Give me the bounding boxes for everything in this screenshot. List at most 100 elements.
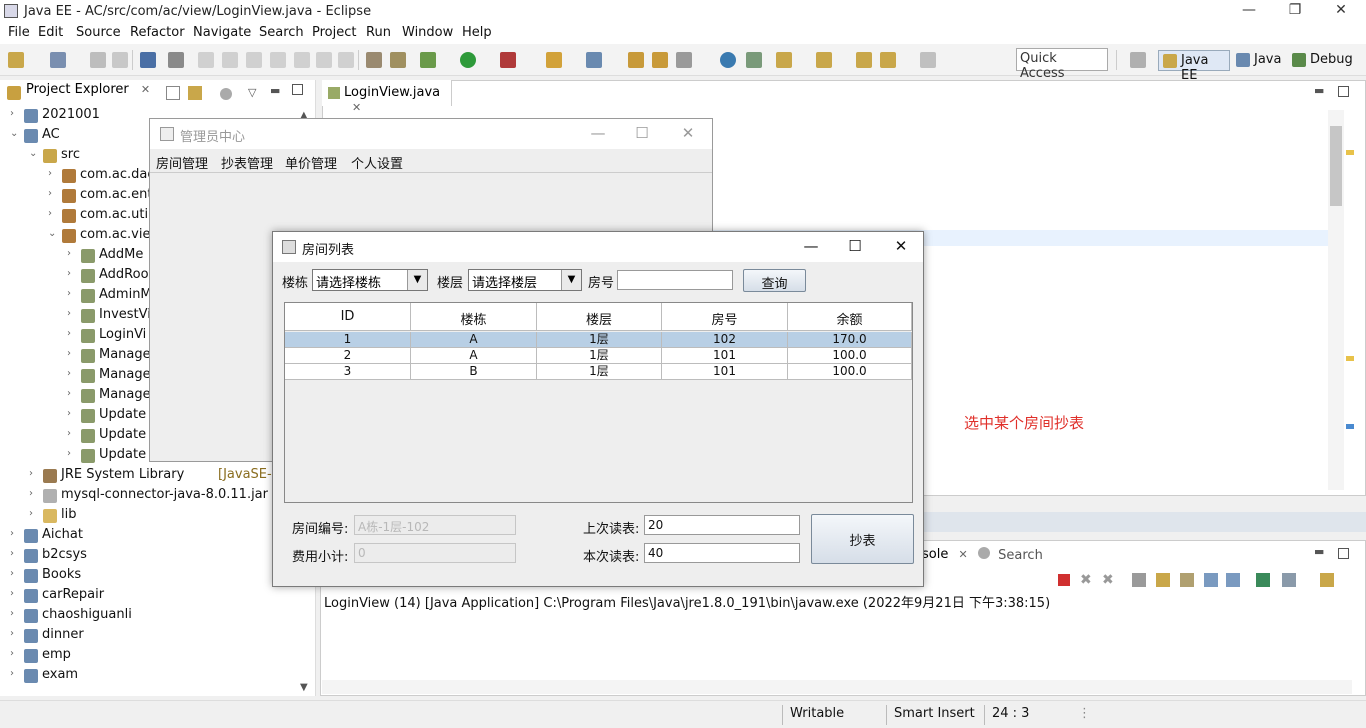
chevron-right-icon[interactable]: › [67, 268, 79, 279]
menu-room-management[interactable]: 房间管理 [156, 153, 208, 172]
column-header[interactable]: 余额 [788, 303, 912, 331]
chevron-right-icon[interactable]: › [10, 528, 22, 539]
chevron-right-icon[interactable]: › [48, 168, 60, 179]
toggle-mark-icon[interactable] [366, 52, 382, 68]
menu-personal-settings[interactable]: 个人设置 [351, 153, 403, 172]
chevron-right-icon[interactable]: › [10, 608, 22, 619]
menu-help[interactable]: Help [462, 25, 492, 40]
chevron-right-icon[interactable]: › [67, 328, 79, 339]
room-minimize-button[interactable]: — [791, 237, 831, 257]
chevron-right-icon[interactable]: › [67, 288, 79, 299]
chevron-right-icon[interactable]: › [10, 588, 22, 599]
tree-scroll-down-icon[interactable]: ▼ [300, 682, 308, 693]
current-reading-input[interactable]: 40 [644, 543, 800, 563]
chevron-right-icon[interactable]: › [29, 508, 41, 519]
last-edit-icon[interactable] [856, 52, 872, 68]
column-header[interactable]: 楼栋 [411, 303, 537, 331]
menu-file[interactable]: File [8, 25, 30, 40]
chevron-down-icon[interactable]: ⌄ [48, 228, 60, 239]
project-explorer-tab[interactable]: Project Explorer ✕ [4, 82, 150, 104]
menu-window[interactable]: Window [402, 25, 453, 40]
read-meter-button[interactable]: 抄表 [811, 514, 914, 564]
table-row[interactable]: 2 A 1层 101 100.0 [285, 348, 912, 364]
floor-select[interactable]: 请选择楼层 ▼ [468, 269, 582, 291]
menu-run[interactable]: Run [366, 25, 391, 40]
column-header[interactable]: 房号 [662, 303, 788, 331]
chevron-right-icon[interactable]: › [67, 368, 79, 379]
annotation-icon[interactable] [746, 52, 762, 68]
show-stderr-icon[interactable] [1226, 573, 1240, 587]
chevron-right-icon[interactable]: › [48, 208, 60, 219]
chevron-right-icon[interactable]: › [67, 348, 79, 359]
menu-unit-price[interactable]: 单价管理 [285, 153, 337, 172]
last-reading-input[interactable]: 20 [644, 515, 800, 535]
remove-all-icon[interactable]: ✖ [1102, 572, 1114, 588]
chevron-down-icon[interactable]: ⌄ [10, 128, 22, 139]
open-perspective-icon[interactable] [1130, 52, 1146, 68]
menu-edit[interactable]: Edit [38, 25, 63, 40]
admin-close-button[interactable]: ✕ [668, 124, 708, 144]
step-return-icon[interactable] [338, 52, 354, 68]
chevron-right-icon[interactable]: › [67, 308, 79, 319]
menu-project[interactable]: Project [312, 25, 356, 40]
perspective-debug[interactable]: Debug [1288, 50, 1354, 71]
chevron-right-icon[interactable]: › [10, 568, 22, 579]
editor-vertical-scrollbar[interactable] [1328, 110, 1344, 490]
maximize-view-icon[interactable] [292, 84, 303, 95]
restore-button[interactable]: ❐ [1272, 2, 1318, 22]
collapse-all-icon[interactable] [166, 86, 180, 100]
chevron-right-icon[interactable]: › [67, 448, 79, 459]
overview-marker[interactable] [1346, 356, 1354, 361]
step-over-icon[interactable] [316, 52, 332, 68]
suspend-icon[interactable] [222, 52, 238, 68]
new-package-icon[interactable] [50, 52, 66, 68]
view-menu-icon[interactable]: ▽ [248, 86, 256, 99]
overview-marker[interactable] [1346, 424, 1354, 429]
close-icon[interactable]: ✕ [352, 101, 361, 114]
chevron-down-icon[interactable]: ▼ [561, 270, 581, 290]
search-tool-icon[interactable] [676, 52, 692, 68]
close-icon[interactable]: ✕ [958, 548, 967, 561]
menu-navigate[interactable]: Navigate [193, 25, 251, 40]
back-icon[interactable] [880, 52, 896, 68]
perspective-java[interactable]: Java [1232, 50, 1286, 71]
quick-access-input[interactable]: Quick Access [1016, 48, 1108, 81]
clear-console-icon[interactable] [1132, 573, 1146, 587]
save-all-icon[interactable] [112, 52, 128, 68]
close-button[interactable]: ✕ [1318, 2, 1364, 22]
chevron-down-icon[interactable]: ⌄ [29, 148, 41, 159]
maximize-editor-icon[interactable] [1338, 86, 1349, 97]
column-header[interactable]: 楼层 [537, 303, 662, 331]
minimize-console-icon[interactable]: ▬ [1314, 545, 1324, 558]
editor-tab-loginview[interactable]: LoginView.java ✕ [322, 80, 452, 114]
pin-console-icon[interactable] [1256, 573, 1270, 587]
disconnect-icon[interactable] [270, 52, 286, 68]
new-server-icon[interactable] [546, 52, 562, 68]
resume-icon[interactable] [198, 52, 214, 68]
console-tab[interactable]: sole ✕ [922, 547, 968, 562]
terminal-icon[interactable] [140, 52, 156, 68]
save-icon[interactable] [90, 52, 106, 68]
chevron-right-icon[interactable]: › [29, 488, 41, 499]
menu-meter-reading[interactable]: 抄表管理 [221, 153, 273, 172]
remove-launch-icon[interactable]: ✖ [1080, 572, 1092, 588]
close-icon[interactable]: ✕ [141, 83, 150, 96]
query-button[interactable]: 查询 [743, 269, 806, 292]
perspective-java-ee[interactable]: Java EE [1158, 50, 1230, 83]
previous-annotation-icon[interactable] [816, 52, 832, 68]
forward-icon[interactable] [920, 52, 936, 68]
menu-search[interactable]: Search [259, 25, 304, 40]
room-close-button[interactable]: ✕ [881, 237, 921, 257]
chevron-right-icon[interactable]: › [10, 648, 22, 659]
display-console-icon[interactable] [1282, 573, 1296, 587]
next-annotation-icon[interactable] [776, 52, 792, 68]
admin-minimize-button[interactable]: — [578, 124, 618, 144]
chevron-right-icon[interactable]: › [10, 668, 22, 679]
maximize-console-icon[interactable] [1338, 548, 1349, 559]
building-select[interactable]: 请选择楼栋 ▼ [312, 269, 428, 291]
new-icon[interactable] [8, 52, 24, 68]
terminate-icon[interactable] [246, 52, 262, 68]
chevron-right-icon[interactable]: › [10, 628, 22, 639]
open-task-icon[interactable] [652, 52, 668, 68]
word-wrap-icon[interactable] [1180, 573, 1194, 587]
